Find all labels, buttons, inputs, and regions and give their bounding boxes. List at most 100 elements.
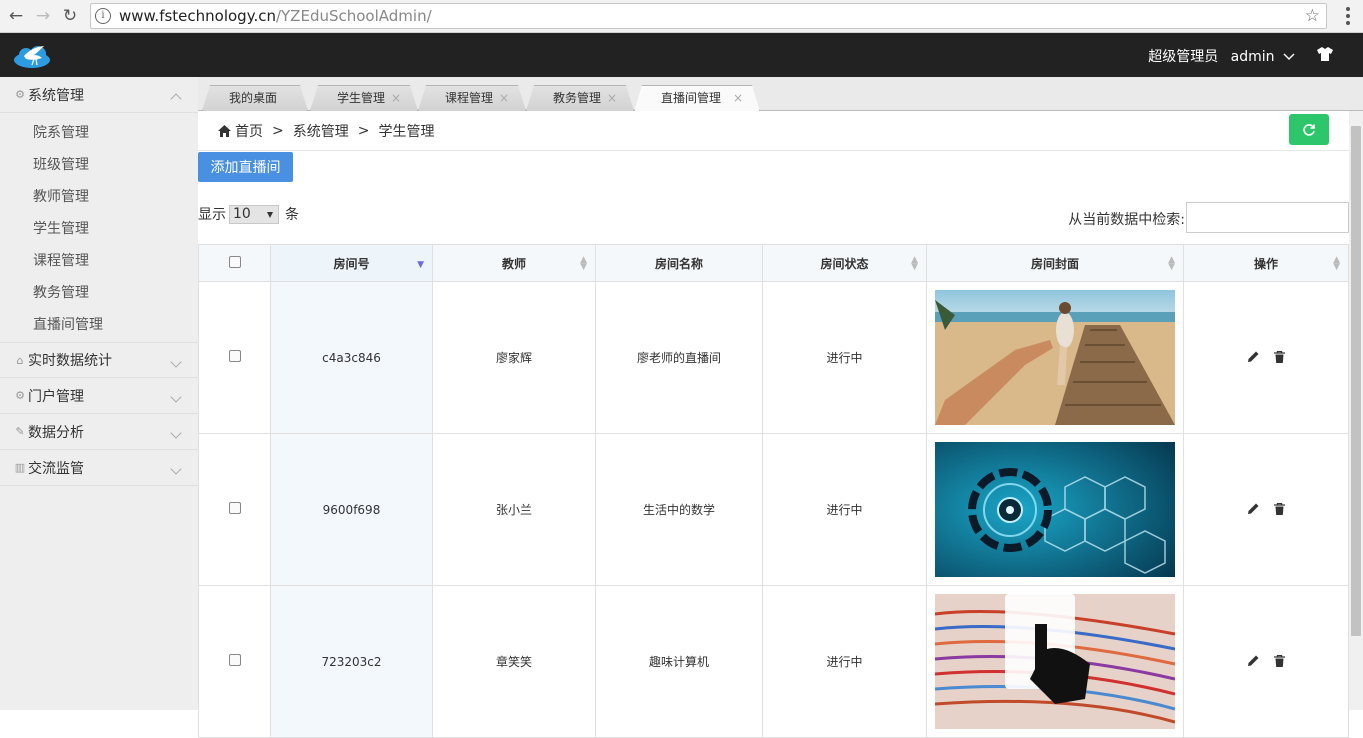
breadcrumb-home[interactable]: 首页	[235, 121, 263, 141]
room-name-cell: 廖老师的直播间	[595, 281, 763, 434]
select-all-header	[198, 244, 271, 282]
reload-icon[interactable]: ↻	[59, 5, 81, 27]
username: admin	[1230, 49, 1275, 65]
pencil-icon[interactable]	[1247, 502, 1260, 518]
cover-cell	[926, 433, 1184, 586]
column-label: 房间状态	[820, 256, 869, 271]
sidebar-group-portal[interactable]: ⚙ 门户管理	[0, 378, 198, 414]
tab-student[interactable]: 学生管理 ×	[310, 85, 418, 111]
row-select-cell	[198, 585, 271, 738]
close-icon[interactable]: ×	[733, 86, 743, 111]
room-name-cell: 生活中的数学	[595, 433, 763, 586]
status-cell: 进行中	[762, 281, 927, 434]
table-row: 723203c2 章笑笑 趣味计算机 进行中	[198, 585, 1349, 738]
teacher-cell: 廖家辉	[432, 281, 596, 434]
tab-desktop[interactable]: 我的桌面	[202, 85, 308, 111]
sidebar-item-teacher[interactable]: 教师管理	[0, 180, 198, 212]
sort-icon: ▲ ▼	[1168, 255, 1175, 272]
cover-cell	[926, 585, 1184, 738]
pencil-icon[interactable]	[1247, 350, 1260, 366]
select-all-checkbox[interactable]	[228, 255, 241, 268]
row-checkbox[interactable]	[228, 502, 241, 514]
room-name-cell: 趣味计算机	[595, 585, 763, 738]
row-checkbox[interactable]	[228, 654, 241, 666]
colorful-lines-photo	[935, 594, 1175, 729]
room-id-cell: c4a3c846	[270, 281, 433, 434]
browser-menu-icon[interactable]	[1341, 5, 1355, 27]
bird-cloud-logo-icon[interactable]	[12, 43, 54, 73]
teacher-cell: 张小兰	[432, 433, 596, 586]
actions-cell	[1183, 281, 1349, 434]
close-icon[interactable]: ×	[499, 86, 509, 111]
sidebar-item-live-room[interactable]: 直播间管理	[0, 308, 198, 340]
sort-icon: ▲ ▼	[911, 255, 918, 272]
pencil-icon[interactable]	[1247, 654, 1260, 670]
close-icon[interactable]: ×	[607, 86, 617, 111]
close-icon[interactable]: ×	[391, 86, 401, 111]
sort-icon: ▲ ▼	[1333, 255, 1340, 272]
bookmark-star-icon[interactable]: ☆	[1305, 6, 1320, 26]
theme-shirt-icon[interactable]	[1317, 47, 1333, 65]
tab-label: 学生管理	[337, 91, 386, 105]
refresh-button[interactable]	[1289, 114, 1329, 145]
address-bar[interactable]: i www.fstechnology.cn/YZEduSchoolAdmin/ …	[90, 3, 1327, 29]
tab-academic[interactable]: 教务管理 ×	[526, 85, 634, 111]
forward-arrow-icon[interactable]: →	[32, 5, 54, 27]
search-input[interactable]	[1186, 202, 1349, 233]
breadcrumb: 首页 > 系统管理 > 学生管理	[198, 111, 1363, 151]
chevron-down-icon	[170, 356, 182, 368]
sidebar-item-department[interactable]: 院系管理	[0, 116, 198, 148]
tab-bar: 我的桌面 学生管理 × 课程管理 × 教务管理 × 直播间管理 ×	[198, 77, 1363, 111]
back-arrow-icon[interactable]: ←	[5, 5, 27, 27]
add-live-room-button[interactable]: 添加直播间	[198, 152, 293, 182]
page-length-control: 显示 10 条	[198, 204, 299, 224]
trash-icon[interactable]	[1273, 350, 1285, 366]
tab-label: 我的桌面	[229, 91, 278, 105]
column-teacher[interactable]: 教师 ▲ ▼	[432, 244, 596, 282]
info-icon[interactable]: i	[95, 8, 111, 24]
unit-label: 条	[285, 207, 299, 223]
column-label: 房间封面	[1030, 256, 1079, 271]
breadcrumb-separator: >	[357, 122, 370, 139]
column-label: 房间名称	[654, 256, 703, 271]
tab-live-room[interactable]: 直播间管理 ×	[634, 85, 760, 112]
browser-toolbar: ← → ↻ i www.fstechnology.cn/YZEduSchoolA…	[0, 0, 1363, 33]
sidebar-group-label: 交流监管	[28, 460, 84, 477]
chevron-down-icon	[170, 463, 182, 475]
sidebar-group-system[interactable]: ⚙ 系统管理	[0, 77, 198, 113]
column-room-id[interactable]: 房间号 ▼	[270, 244, 433, 282]
pencil-icon: ✎	[15, 425, 25, 438]
column-actions[interactable]: 操作 ▲ ▼	[1183, 244, 1349, 282]
sidebar-item-academic[interactable]: 教务管理	[0, 276, 198, 308]
beach-boardwalk-photo	[935, 290, 1175, 425]
user-role: 超级管理员	[1148, 49, 1219, 65]
column-room-cover[interactable]: 房间封面 ▲ ▼	[926, 244, 1184, 282]
sidebar-item-student[interactable]: 学生管理	[0, 212, 198, 244]
row-checkbox[interactable]	[228, 350, 241, 362]
tab-label: 课程管理	[445, 91, 494, 105]
room-id-cell: 723203c2	[270, 585, 433, 738]
sidebar-group-label: 系统管理	[28, 87, 84, 104]
status-cell: 进行中	[762, 433, 927, 586]
gear-icon: ⚙	[15, 389, 25, 402]
page-size-select[interactable]: 10	[229, 204, 279, 224]
user-menu[interactable]: 超级管理员 admin	[1148, 46, 1295, 66]
trash-icon[interactable]	[1273, 502, 1285, 518]
column-room-name: 房间名称	[595, 244, 763, 282]
live-room-table: 房间号 ▼ 教师 ▲ ▼ 房间名称 房间状态 ▲ ▼ 房间封面 ▲ ▼ 操作 ▲ ▼ c4a3c8…	[198, 244, 1349, 738]
sidebar: ⚙ 系统管理 院系管理 班级管理 教师管理 学生管理 课程管理 教务管理 直播间…	[0, 77, 198, 710]
tab-label: 教务管理	[553, 91, 602, 105]
sidebar-item-course[interactable]: 课程管理	[0, 244, 198, 276]
sidebar-group-realtime-stats[interactable]: ⌂ 实时数据统计	[0, 342, 198, 378]
tab-course[interactable]: 课程管理 ×	[418, 85, 526, 111]
trash-icon[interactable]	[1273, 654, 1285, 670]
sidebar-group-communication[interactable]: ▥ 交流监管	[0, 450, 198, 486]
sidebar-group-data-analysis[interactable]: ✎ 数据分析	[0, 414, 198, 450]
column-room-status[interactable]: 房间状态 ▲ ▼	[762, 244, 927, 282]
sidebar-item-class[interactable]: 班级管理	[0, 148, 198, 180]
column-label: 操作	[1253, 256, 1278, 271]
sidebar-group-label: 数据分析	[28, 424, 84, 441]
url-host: www.fstechnology.cn	[119, 7, 276, 25]
teacher-cell: 章笑笑	[432, 585, 596, 738]
scrollbar-thumb[interactable]	[1351, 126, 1361, 636]
